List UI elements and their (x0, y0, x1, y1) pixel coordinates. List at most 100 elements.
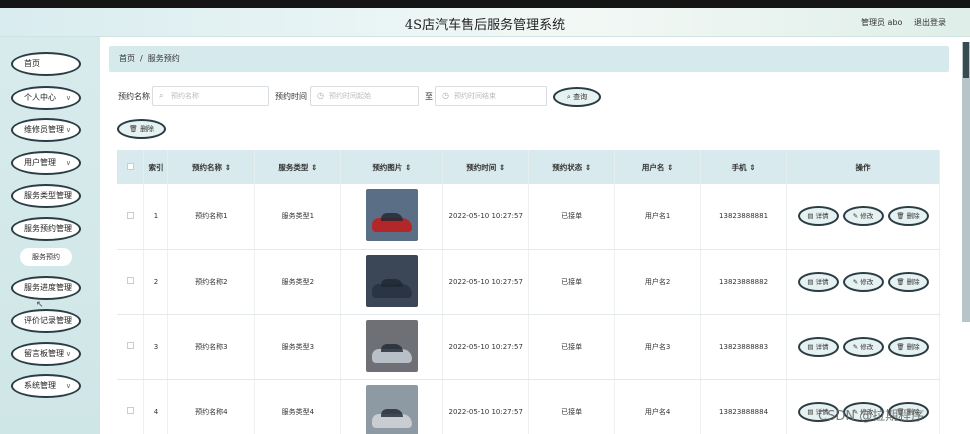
row-checkbox[interactable] (126, 407, 134, 414)
sidebar-item-service-type[interactable]: 服务类型管理 ∨ (11, 184, 81, 208)
cell-name: 预约名称3 (167, 314, 256, 380)
cell-type: 服务类型2 (254, 249, 342, 315)
table-body: 1 预约名称1 服务类型1 2022-05-10 10:27:57 已接单 用户名1 138… (117, 184, 940, 434)
breadcrumb-current: 服务预约 (147, 54, 180, 63)
document-icon: ▤ (807, 407, 816, 416)
scrollbar[interactable] (962, 42, 970, 322)
sidebar-item-users[interactable]: 用户管理 ∨ (11, 151, 81, 175)
table-row: 2 预约名称2 服务类型2 2022-05-10 10:27:57 已接单 用户名2 138… (117, 249, 940, 315)
document-icon: ▤ (807, 212, 816, 221)
cell-phone: 13823888884 (700, 379, 788, 434)
chevron-down-icon: ∨ (65, 126, 71, 134)
edit-label: 修改 (860, 277, 874, 286)
header-type-label: 服务类型 (278, 162, 309, 172)
header-status-label: 预约状态 (552, 162, 583, 172)
sidebar-item-label: 服务进度管理 (24, 283, 72, 292)
delete-button[interactable]: 🗑 删除 (887, 206, 929, 227)
sidebar-item-label: 首页 (24, 59, 40, 68)
cell-status: 已接单 (528, 314, 616, 380)
scrollbar-thumb[interactable] (963, 42, 969, 78)
sidebar-item-label: 留言板管理 (24, 349, 64, 358)
header-image[interactable]: 预约图片 ⇕ (340, 150, 444, 184)
end-time-input[interactable]: ◷ 预约时间结束 (435, 86, 547, 106)
header-time[interactable]: 预约时间 ⇕ (442, 150, 530, 184)
sidebar-item-label: 系统管理 (24, 381, 56, 390)
start-time-input[interactable]: ◷ 预约时间起始 (310, 86, 419, 106)
breadcrumb: 首页 / 服务预约 (109, 46, 949, 72)
detail-button[interactable]: ▤ 详情 (797, 271, 839, 292)
document-icon: ▤ (807, 277, 816, 286)
row-checkbox[interactable] (126, 342, 134, 349)
sidebar-item-profile[interactable]: 个人中心 ∨ (11, 86, 81, 110)
sidebar-item-system[interactable]: 系统管理 ∨ (11, 374, 81, 398)
sidebar-item-progress[interactable]: 服务进度管理 ∨ (11, 276, 81, 300)
cell-user: 用户名4 (614, 379, 702, 434)
cell-index: 4 (143, 379, 169, 434)
sort-icon: ⇕ (224, 162, 231, 172)
sidebar-item-appointment[interactable]: 服务预约管理 ∧ (11, 217, 81, 241)
car-photo[interactable] (365, 189, 418, 242)
edit-button[interactable]: ✎ 修改 (842, 206, 884, 227)
header-status[interactable]: 预约状态 ⇕ (528, 150, 616, 184)
cell-user: 用户名2 (614, 249, 702, 315)
range-to-label: 至 (425, 92, 433, 101)
cell-actions: ▤ 详情 ✎ 修改 🗑 删除 (786, 184, 940, 250)
header-type[interactable]: 服务类型 ⇕ (254, 150, 342, 184)
header-phone[interactable]: 手机 ⇕ (700, 150, 788, 184)
chevron-down-icon: ∨ (65, 192, 71, 200)
end-time-placeholder: 预约时间结束 (454, 92, 496, 100)
car-photo[interactable] (365, 254, 418, 307)
cell-type: 服务类型3 (254, 314, 342, 380)
sort-icon: ⇕ (404, 162, 412, 172)
batch-delete-button[interactable]: 🗑 删除 (117, 119, 166, 139)
cell-status: 已接单 (528, 184, 616, 250)
car-photo[interactable] (365, 384, 418, 434)
search-bar: 预约名称 ⌕ 预约名称 预约时间 ◷ 预约时间起始 至 ◷ 预约时间结束 ⌕ 查询 (109, 84, 949, 110)
select-all-checkbox[interactable] (126, 162, 134, 170)
edit-button[interactable]: ✎ 修改 (842, 271, 884, 292)
car-window-shape (380, 213, 403, 222)
row-checkbox[interactable] (126, 277, 134, 284)
car-window-shape (380, 343, 403, 352)
cell-image (340, 184, 444, 250)
breadcrumb-home[interactable]: 首页 (119, 54, 135, 63)
edit-button[interactable]: ✎ 修改 (842, 336, 884, 357)
logout-link[interactable]: 退出登录 (914, 17, 946, 28)
detail-button[interactable]: ▤ 详情 (797, 336, 839, 357)
cell-phone: 13823888882 (700, 249, 788, 315)
sidebar: 首页 个人中心 ∨ 维修员管理 ∨ 用户管理 ∨ 服务类型管理 ∨ 服务预约管理 ∧ 服务… (0, 37, 100, 434)
app-header: 4S店汽车售后服务管理系统 管理员 abo 退出登录 (0, 8, 970, 37)
cell-type: 服务类型4 (254, 379, 342, 434)
row-checkbox[interactable] (126, 211, 134, 219)
cell-user: 用户名3 (614, 314, 702, 380)
name-search-input[interactable]: ⌕ 预约名称 (152, 86, 269, 106)
detail-button[interactable]: ▤ 详情 (797, 206, 839, 227)
header-user[interactable]: 用户名 ⇕ (614, 150, 702, 184)
delete-button[interactable]: 🗑 删除 (887, 336, 929, 357)
sidebar-item-reviews[interactable]: 评价记录管理 ∨ (11, 309, 81, 333)
sidebar-item-messages[interactable]: 留言板管理 ∨ (11, 342, 81, 366)
delete-button[interactable]: 🗑 删除 (887, 271, 929, 292)
car-photo[interactable] (365, 319, 418, 372)
sidebar-item-repairman[interactable]: 维修员管理 ∨ (11, 118, 81, 142)
header-user-label: 用户名 (641, 162, 665, 172)
cell-index: 2 (143, 249, 169, 315)
header-name[interactable]: 预约名称 ⇕ (167, 150, 256, 184)
cell-index: 1 (143, 184, 169, 250)
chevron-down-icon: ∨ (65, 159, 71, 167)
trash-icon: 🗑 (896, 212, 907, 221)
sort-icon: ⇕ (311, 162, 318, 172)
query-button[interactable]: ⌕ 查询 (553, 87, 601, 107)
cell-time: 2022-05-10 10:27:57 (442, 379, 530, 434)
row-select-cell (117, 314, 145, 380)
appointment-table: 索引 预约名称 ⇕ 服务类型 ⇕ 预约图片 ⇕ 预约时间 ⇕ 预约状态 ⇕ 用户… (117, 150, 940, 434)
header-index: 索引 (143, 150, 169, 184)
chevron-up-icon: ∧ (65, 225, 71, 233)
trash-icon: 🗑 (896, 342, 907, 351)
cell-user: 用户名1 (614, 184, 702, 250)
header-actions: 操作 (786, 150, 940, 184)
csdn-watermark: CSDN @拉期程序 (818, 409, 925, 424)
chevron-down-icon: ∨ (65, 317, 71, 325)
sidebar-subitem-appointment[interactable]: 服务预约 (20, 248, 72, 266)
sidebar-item-home[interactable]: 首页 (11, 52, 81, 76)
